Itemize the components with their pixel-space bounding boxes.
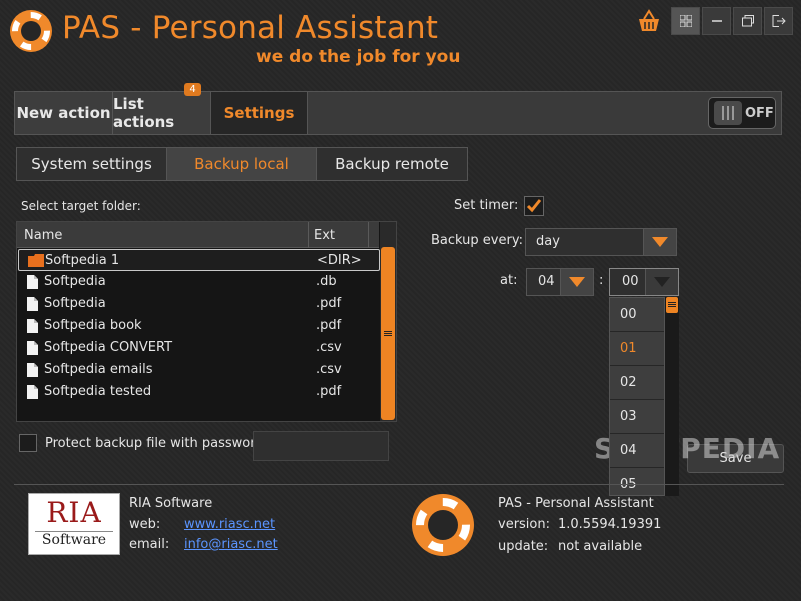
folder-icon — [28, 254, 44, 271]
item-ext: <DIR> — [317, 253, 362, 268]
nav-new-action[interactable]: New action — [15, 92, 113, 134]
item-ext: .csv — [316, 362, 342, 377]
email-label: email: — [129, 537, 170, 552]
hour-select[interactable]: 04 — [526, 268, 594, 296]
time-colon: : — [599, 273, 604, 288]
web-link[interactable]: www.riasc.net — [184, 517, 275, 532]
list-item[interactable]: Softpedia emails .csv — [18, 359, 380, 381]
chevron-down-icon[interactable] — [643, 229, 676, 255]
item-ext: .db — [316, 274, 337, 289]
company-name: RIA Software — [129, 496, 213, 511]
column-divider[interactable] — [368, 222, 369, 248]
ria-logo: RIA Software — [28, 493, 120, 555]
dropdown-scrollbar-track[interactable] — [665, 297, 679, 496]
minute-dropdown: 00 01 02 03 04 05 — [609, 297, 665, 496]
file-icon — [27, 385, 38, 403]
web-label: web: — [129, 517, 161, 532]
password-field[interactable] — [253, 431, 389, 461]
item-ext: .csv — [316, 340, 342, 355]
protect-password-label: Protect backup file with password: — [45, 436, 268, 451]
dropdown-option[interactable]: 01 — [610, 332, 664, 366]
hour-value: 04 — [538, 274, 555, 289]
exit-icon[interactable] — [764, 7, 793, 35]
email-link[interactable]: info@riasc.net — [184, 537, 278, 552]
ria-logo-bottom: Software — [41, 532, 107, 548]
basket-icon[interactable] — [636, 8, 662, 34]
item-name: Softpedia — [44, 296, 106, 311]
column-divider[interactable] — [308, 222, 309, 248]
app-title: PAS - Personal Assistant — [62, 10, 439, 46]
item-ext: .pdf — [316, 296, 342, 311]
toggle-grip-line — [727, 106, 729, 120]
list-item[interactable]: Softpedia .pdf — [18, 293, 380, 315]
protect-password-checkbox[interactable] — [19, 434, 37, 452]
dropdown-option[interactable]: 02 — [610, 366, 664, 400]
app-subtitle: we do the job for you — [256, 47, 461, 67]
dropdown-scrollbar-thumb[interactable] — [666, 297, 678, 313]
item-name: Softpedia emails — [44, 362, 153, 377]
tab-system-settings[interactable]: System settings — [16, 147, 167, 181]
set-timer-label: Set timer: — [454, 198, 519, 213]
main-nav: New action List actions Settings — [14, 91, 308, 135]
minimize-icon[interactable] — [702, 7, 731, 35]
tab-backup-local[interactable]: Backup local — [167, 147, 317, 181]
item-ext: .pdf — [316, 318, 342, 333]
file-icon — [27, 319, 38, 337]
list-item[interactable]: Softpedia CONVERT .csv — [18, 337, 380, 359]
chevron-down-icon[interactable] — [560, 269, 593, 295]
grid-icon[interactable] — [671, 7, 700, 35]
toggle-label: OFF — [745, 106, 774, 121]
update-value: not available — [558, 539, 643, 554]
item-name: Softpedia — [44, 274, 106, 289]
version-label: version: — [498, 517, 550, 532]
checkmark-icon — [526, 199, 542, 213]
nav-list-actions[interactable]: List actions — [113, 92, 211, 134]
item-name: Softpedia tested — [44, 384, 152, 399]
item-ext: .pdf — [316, 384, 342, 399]
item-name: Softpedia book — [44, 318, 142, 333]
file-icon — [27, 297, 38, 315]
list-item[interactable]: Softpedia 1 <DIR> — [18, 249, 380, 271]
backup-every-label: Backup every: — [431, 233, 523, 248]
item-name: Softpedia 1 — [45, 253, 120, 268]
target-folder-label: Select target folder: — [21, 199, 141, 213]
update-label: update: — [498, 539, 549, 554]
minute-select[interactable]: 00 — [609, 268, 679, 296]
set-timer-checkbox[interactable] — [524, 196, 544, 216]
app-logo — [8, 8, 54, 54]
item-name: Softpedia CONVERT — [44, 340, 173, 355]
at-label: at: — [500, 273, 518, 288]
tab-backup-remote[interactable]: Backup remote — [317, 147, 468, 181]
version-value: 1.0.5594.19391 — [558, 517, 662, 532]
list-item[interactable]: Softpedia tested .pdf — [18, 381, 380, 403]
minute-value: 00 — [622, 274, 639, 289]
restore-icon[interactable] — [733, 7, 762, 35]
list-actions-badge: 4 — [184, 83, 201, 96]
file-icon — [27, 275, 38, 293]
backup-every-select[interactable]: day — [525, 228, 677, 256]
ria-logo-top: RIA — [46, 496, 102, 529]
backup-every-value: day — [536, 234, 560, 249]
list-item[interactable]: Softpedia book .pdf — [18, 315, 380, 337]
dropdown-option[interactable]: 05 — [610, 468, 664, 495]
pas-logo — [410, 492, 476, 558]
list-item[interactable]: Softpedia .db — [18, 271, 380, 293]
column-header-name[interactable]: Name — [24, 228, 62, 243]
dropdown-option[interactable]: 00 — [610, 298, 664, 332]
list-scrollbar-thumb[interactable] — [381, 247, 395, 420]
footer-divider — [14, 484, 784, 485]
file-icon — [27, 341, 38, 359]
column-header-ext[interactable]: Ext — [314, 228, 335, 243]
product-name: PAS - Personal Assistant — [498, 496, 654, 511]
dropdown-option[interactable]: 03 — [610, 400, 664, 434]
dropdown-option[interactable]: 04 — [610, 434, 664, 468]
nav-settings[interactable]: Settings — [211, 92, 307, 134]
chevron-down-icon[interactable] — [645, 269, 678, 295]
file-icon — [27, 363, 38, 381]
settings-tabs: System settings Backup local Backup remo… — [16, 147, 468, 181]
